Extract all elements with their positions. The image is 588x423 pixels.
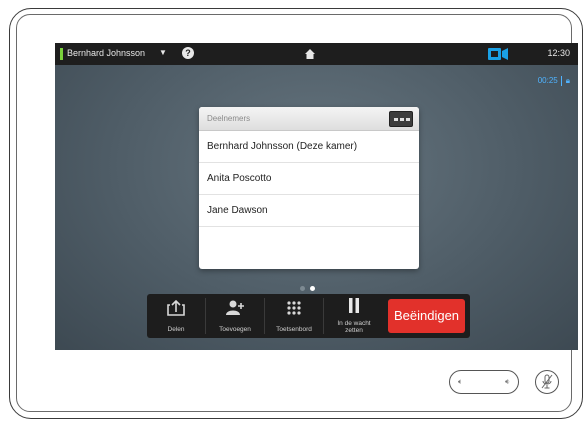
participant-row[interactable]: Jane Dawson [199,195,419,227]
share-button[interactable]: Delen [147,294,205,338]
help-icon[interactable]: ? [182,47,194,59]
participants-panel: Deelnemers Bernhard Johnsson (Deze kamer… [199,107,419,269]
participant-row-empty [199,227,419,259]
speaker-high-icon[interactable]: 🔉︎ [505,377,510,387]
call-timer: 00:25 🔒︎ [538,76,570,86]
clock: 12:30 [547,48,570,58]
end-call-button[interactable]: Beëindigen [388,299,465,333]
pause-icon [349,298,359,313]
status-bar: Bernhard Johnsson ▼ ? 12:30 [55,43,578,65]
call-duration: 00:25 [537,76,558,85]
add-user-icon [226,300,244,315]
add-label: Toevoegen [219,326,251,333]
chevron-down-icon[interactable]: ▼ [159,48,167,57]
camera-icon[interactable] [488,48,508,60]
hold-label-line1: In de wacht [337,320,371,327]
page-dot[interactable] [300,286,305,291]
caller-name[interactable]: Bernhard Johnsson [67,48,145,58]
page-dot-active[interactable] [310,286,315,291]
speaker-low-icon[interactable]: 🔈︎ [458,377,463,387]
hold-button[interactable]: In de wacht zetten [324,294,384,338]
keyboard-button[interactable] [389,111,413,127]
participant-row[interactable]: Anita Poscotto [199,163,419,195]
touch-screen: Bernhard Johnsson ▼ ? 12:30 00:25 🔒︎ Deel… [55,43,578,350]
mic-muted-icon [541,374,553,389]
participants-title: Deelnemers [207,114,251,123]
call-status-indicator [60,48,63,60]
share-icon [167,300,185,316]
hold-label: In de wacht zetten [324,320,384,334]
mute-button[interactable] [535,370,559,394]
share-label: Delen [167,326,185,333]
keypad-icon [287,301,301,315]
add-participant-button[interactable]: Toevoegen [206,294,264,338]
keyboard-icon [394,118,398,121]
participants-header: Deelnemers [199,107,419,131]
lock-icon: 🔒︎ [560,76,570,86]
keypad-button[interactable]: Toetsenbord [265,294,323,338]
volume-control[interactable]: 🔈︎ 🔉︎ [449,370,519,394]
call-toolbar: Delen Toevoegen Toetsenbord In de wacht … [147,294,470,338]
hold-label-line2: zetten [345,327,363,334]
home-icon[interactable] [304,48,316,60]
participant-row[interactable]: Bernhard Johnsson (Deze kamer) [199,131,419,163]
keypad-label: Toetsenbord [276,326,312,333]
